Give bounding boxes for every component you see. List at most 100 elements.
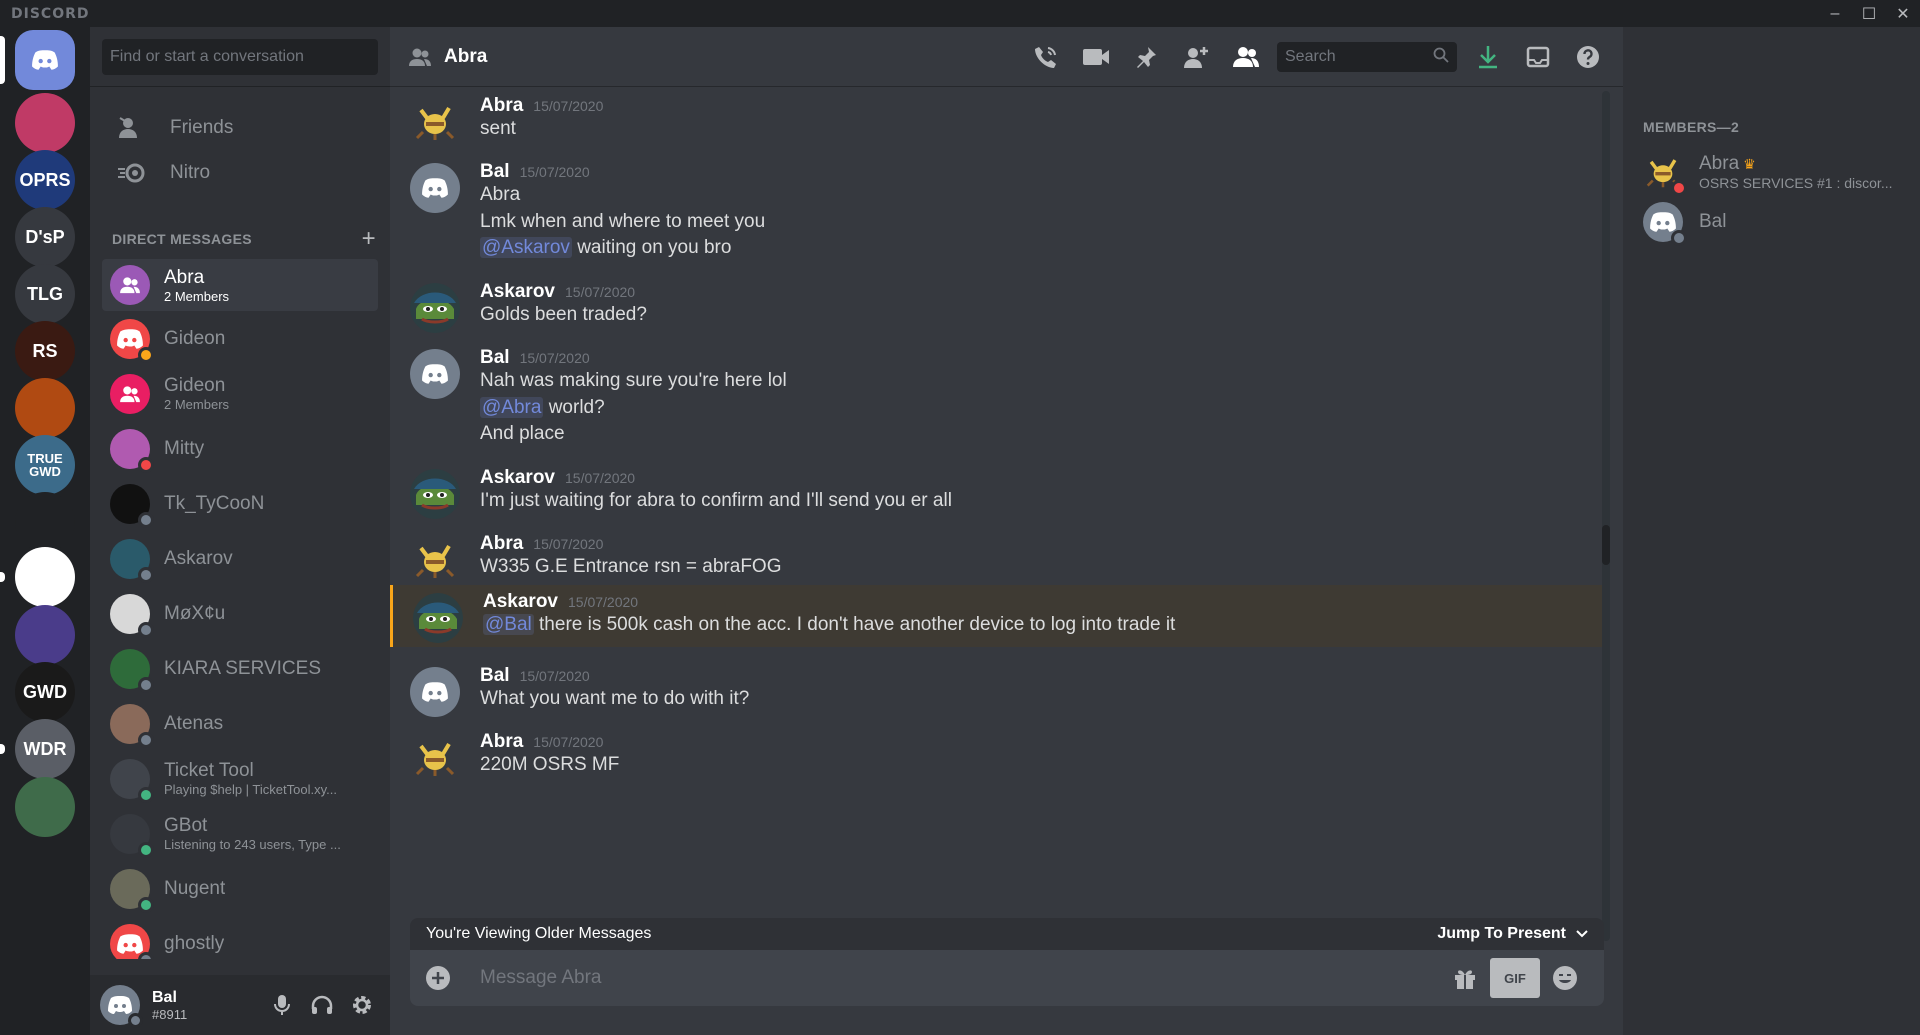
message-content: @Askarov waiting on you bro — [480, 237, 731, 259]
server-icon-s9[interactable] — [15, 547, 75, 607]
message-avatar[interactable] — [410, 469, 460, 519]
server-icon-s2[interactable]: OPRS — [15, 150, 75, 210]
server-icon-s4[interactable]: TLG — [15, 264, 75, 324]
message-avatar[interactable] — [410, 667, 460, 717]
message-author[interactable]: Bal — [480, 665, 510, 687]
server-icon-s5[interactable]: RS — [15, 321, 75, 381]
message-content: 220M OSRS MF — [480, 754, 619, 776]
member-name: Abra — [1699, 153, 1740, 174]
message-author[interactable]: Bal — [480, 347, 510, 369]
close-window-button[interactable]: ✕ — [1886, 0, 1920, 27]
message-avatar[interactable] — [410, 163, 460, 213]
message-content: What you want me to do with it? — [480, 688, 749, 710]
message-group: Bal 15/07/2020 What you want me to do with… — [390, 665, 1602, 720]
message-timestamp: 15/07/2020 — [519, 164, 590, 180]
maximize-button[interactable]: ☐ — [1852, 0, 1886, 27]
message-avatar[interactable] — [410, 349, 460, 399]
user-mention[interactable]: @Bal — [483, 614, 534, 635]
start-voice-call-icon[interactable] — [1021, 37, 1071, 77]
server-icon-s12[interactable]: WDR — [15, 719, 75, 779]
dm-avatar — [110, 265, 150, 305]
dm-item[interactable]: MøX¢u — [102, 586, 378, 641]
member-item[interactable]: Bal — [1643, 197, 1726, 247]
gif-picker-button[interactable]: GIF — [1490, 958, 1540, 998]
message-avatar[interactable] — [410, 535, 460, 585]
dm-item[interactable]: Gideon 2 Members — [102, 366, 378, 421]
message-scrollbar-track[interactable] — [1602, 91, 1610, 941]
user-settings-gear-icon[interactable] — [342, 985, 382, 1025]
message-author[interactable]: Askarov — [480, 467, 555, 489]
dm-name: Ticket Tool — [164, 760, 254, 781]
direct-messages-title: DIRECT MESSAGES — [112, 231, 252, 247]
dm-item[interactable]: Gideon — [102, 311, 378, 366]
dm-item[interactable]: KIARA SERVICES — [102, 641, 378, 696]
message-author[interactable]: Askarov — [480, 281, 555, 303]
status-indicator — [138, 841, 154, 858]
message-search-input[interactable]: Search — [1277, 42, 1457, 72]
message-avatar[interactable] — [410, 283, 460, 333]
server-icon-s1[interactable] — [15, 93, 75, 153]
help-icon[interactable] — [1563, 37, 1613, 77]
server-icon-s8[interactable] — [15, 492, 75, 552]
member-list-toggle-icon[interactable] — [1221, 37, 1271, 77]
message-author[interactable]: Abra — [480, 731, 523, 753]
message-content: sent — [480, 118, 516, 140]
server-icon-s11[interactable]: GWD — [15, 662, 75, 722]
dm-item[interactable]: Nugent — [102, 861, 378, 916]
home-button[interactable] — [15, 30, 75, 90]
message-author[interactable]: Abra — [480, 95, 523, 117]
server-label: D'sP — [25, 226, 65, 247]
dm-item[interactable]: Mitty — [102, 421, 378, 476]
user-avatar[interactable] — [100, 985, 143, 1028]
start-video-call-icon[interactable] — [1071, 37, 1121, 77]
message-input[interactable]: Message Abra — [480, 967, 601, 989]
dm-item[interactable]: GBot Listening to 243 users, Type ... — [102, 806, 378, 861]
message-scrollbar-thumb[interactable] — [1602, 525, 1610, 565]
inbox-icon[interactable] — [1513, 37, 1563, 77]
download-icon[interactable] — [1463, 37, 1513, 77]
member-item[interactable]: Abra ♛ OSRS SERVICES #1 : discor... — [1643, 147, 1892, 197]
message-author[interactable]: Askarov — [483, 591, 558, 613]
dm-avatar — [110, 483, 154, 528]
dm-item[interactable]: Askarov — [102, 531, 378, 586]
message-avatar[interactable] — [410, 97, 460, 147]
message-author[interactable]: Abra — [480, 533, 523, 555]
message-group: Askarov 15/07/2020 Golds been traded? — [390, 281, 1602, 336]
user-mention[interactable]: @Askarov — [480, 237, 572, 258]
message-avatar[interactable] — [410, 733, 460, 783]
message-content: And place — [480, 423, 565, 445]
dm-item[interactable]: ghostly — [102, 916, 378, 959]
server-icon-s3[interactable]: D'sP — [15, 207, 75, 267]
dm-names: Tk_TyCooN — [164, 493, 264, 515]
minimize-button[interactable]: – — [1818, 0, 1852, 27]
server-icon-s13[interactable] — [15, 777, 75, 837]
dm-item[interactable]: Abra 2 Members — [102, 259, 378, 311]
nav-friends[interactable]: Friends — [102, 103, 378, 153]
nav-nitro[interactable]: Nitro — [102, 148, 378, 198]
add-friends-to-dm-icon[interactable] — [1171, 37, 1221, 77]
server-selected-pill — [0, 572, 5, 582]
server-icon-s7[interactable]: TRUE GWD — [15, 435, 75, 495]
message-content: @Bal there is 500k cash on the acc. I do… — [483, 614, 1175, 636]
upload-attachment-icon[interactable] — [410, 965, 466, 991]
dm-item[interactable]: Atenas — [102, 696, 378, 751]
dm-item[interactable]: Ticket Tool Playing $help | TicketTool.xy… — [102, 751, 378, 806]
message-content: @Abra world? — [480, 396, 605, 419]
microphone-icon[interactable] — [262, 985, 302, 1025]
headphones-icon[interactable] — [302, 985, 342, 1025]
user-mention[interactable]: @Abra — [480, 396, 544, 418]
status-indicator — [138, 951, 154, 959]
message-avatar[interactable] — [413, 593, 463, 643]
message-author[interactable]: Bal — [480, 161, 510, 183]
server-icon-s6[interactable] — [15, 378, 75, 438]
create-dm-button[interactable]: + — [362, 227, 376, 251]
dm-search-input[interactable]: Find or start a conversation — [102, 39, 378, 75]
server-icon-s10[interactable] — [15, 605, 75, 665]
gift-icon[interactable] — [1440, 958, 1490, 998]
jump-to-present-button[interactable]: Jump To Present — [1437, 925, 1588, 943]
pinned-messages-icon[interactable] — [1121, 37, 1171, 77]
emoji-picker-icon[interactable] — [1540, 958, 1590, 998]
message-timestamp: 15/07/2020 — [519, 668, 590, 684]
dm-item[interactable]: Tk_TyCooN — [102, 476, 378, 531]
older-messages-bar: You're Viewing Older Messages Jump To Pr… — [410, 918, 1604, 950]
